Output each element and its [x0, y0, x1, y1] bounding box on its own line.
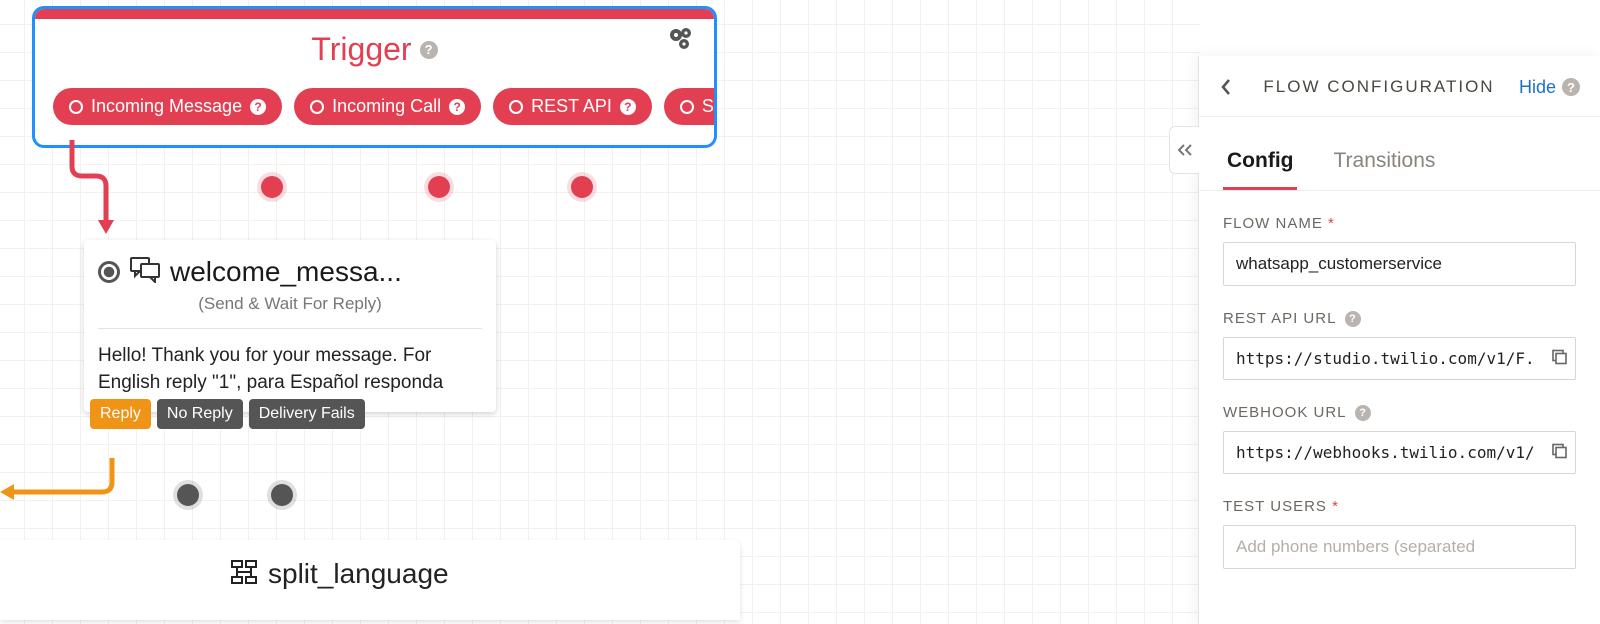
required-marker: *: [1332, 498, 1339, 515]
rest-api-input[interactable]: [1223, 337, 1576, 380]
gear-icon[interactable]: [668, 27, 696, 56]
port-icon: [310, 100, 324, 114]
trigger-widget[interactable]: Trigger ? Incoming Message ? Incoming Ca…: [32, 6, 717, 148]
output-delivery-fails[interactable]: Delivery Fails: [249, 399, 365, 429]
trigger-title-text: Trigger: [311, 31, 411, 68]
help-icon[interactable]: ?: [1562, 78, 1580, 96]
welcome-message-widget[interactable]: welcome_messa... (Send & Wait For Reply)…: [84, 240, 496, 412]
hide-label: Hide: [1519, 77, 1556, 98]
port-dot[interactable]: [177, 484, 199, 506]
webhook-label: WEBHOOK URL ?: [1223, 404, 1576, 421]
rest-api-label: REST API URL ?: [1223, 310, 1576, 327]
tag-label: Delivery Fails: [259, 405, 355, 422]
flow-name-label: FLOW NAME *: [1223, 215, 1576, 232]
port-dot[interactable]: [571, 176, 593, 198]
panel-title: FLOW CONFIGURATION: [1251, 77, 1507, 97]
port-icon: [69, 100, 83, 114]
tab-config[interactable]: Config: [1223, 149, 1297, 190]
port-dot[interactable]: [261, 176, 283, 198]
tab-transitions[interactable]: Transitions: [1329, 149, 1439, 190]
webhook-input[interactable]: [1223, 431, 1576, 474]
port-dot[interactable]: [428, 176, 450, 198]
pill-label: Incoming Message: [91, 96, 242, 117]
help-icon[interactable]: ?: [1345, 311, 1361, 327]
required-marker: *: [1328, 215, 1335, 232]
help-icon[interactable]: ?: [449, 99, 465, 115]
trigger-output-incoming-message[interactable]: Incoming Message ?: [53, 88, 282, 125]
pill-label: Incoming Call: [332, 96, 441, 117]
port-icon: [509, 100, 523, 114]
port-icon: [680, 100, 694, 114]
help-icon[interactable]: ?: [420, 41, 438, 59]
trigger-outputs: Incoming Message ? Incoming Call ? REST …: [35, 78, 714, 145]
pill-label: Subflow: [702, 96, 717, 117]
back-button[interactable]: [1213, 74, 1239, 100]
test-users-label: TEST USERS *: [1223, 498, 1576, 515]
config-form: FLOW NAME * REST API URL ? WEBHOOK URL ?…: [1199, 191, 1600, 617]
chat-icon: [130, 257, 160, 288]
output-reply[interactable]: Reply: [90, 399, 151, 429]
trigger-topbar: [35, 9, 714, 19]
flow-name-input[interactable]: [1223, 242, 1576, 286]
trigger-output-incoming-call[interactable]: Incoming Call ?: [294, 88, 481, 125]
tag-label: No Reply: [167, 405, 233, 422]
port-dot[interactable]: [271, 484, 293, 506]
hide-panel-button[interactable]: Hide ?: [1519, 77, 1580, 98]
help-icon[interactable]: ?: [1355, 405, 1371, 421]
split-icon: [230, 559, 258, 590]
label-text: FLOW NAME: [1223, 215, 1323, 232]
label-text: TEST USERS: [1223, 498, 1327, 515]
widget-title: welcome_messa...: [170, 256, 402, 288]
split-language-widget[interactable]: split_language: [0, 540, 740, 620]
state-dot-icon: [98, 261, 120, 283]
collapse-panel-button[interactable]: [1169, 126, 1199, 174]
widget-title: split_language: [268, 558, 449, 590]
copy-icon[interactable]: [1550, 347, 1568, 370]
trigger-title: Trigger ?: [311, 31, 437, 68]
trigger-output-subflow[interactable]: Subflow ?: [664, 88, 717, 125]
panel-tabs: Config Transitions: [1199, 149, 1600, 191]
copy-icon[interactable]: [1550, 441, 1568, 464]
tag-label: Reply: [100, 405, 141, 422]
trigger-output-rest-api[interactable]: REST API ?: [493, 88, 652, 125]
test-users-input[interactable]: [1223, 525, 1576, 569]
config-panel: FLOW CONFIGURATION Hide ? Config Transit…: [1198, 56, 1600, 624]
widget-subtitle: (Send & Wait For Reply): [84, 294, 496, 328]
label-text: REST API URL: [1223, 310, 1336, 327]
pill-label: REST API: [531, 96, 612, 117]
help-icon[interactable]: ?: [620, 99, 636, 115]
output-no-reply[interactable]: No Reply: [157, 399, 243, 429]
help-icon[interactable]: ?: [250, 99, 266, 115]
flow-canvas[interactable]: Trigger ? Incoming Message ? Incoming Ca…: [0, 0, 1200, 624]
label-text: WEBHOOK URL: [1223, 404, 1346, 421]
